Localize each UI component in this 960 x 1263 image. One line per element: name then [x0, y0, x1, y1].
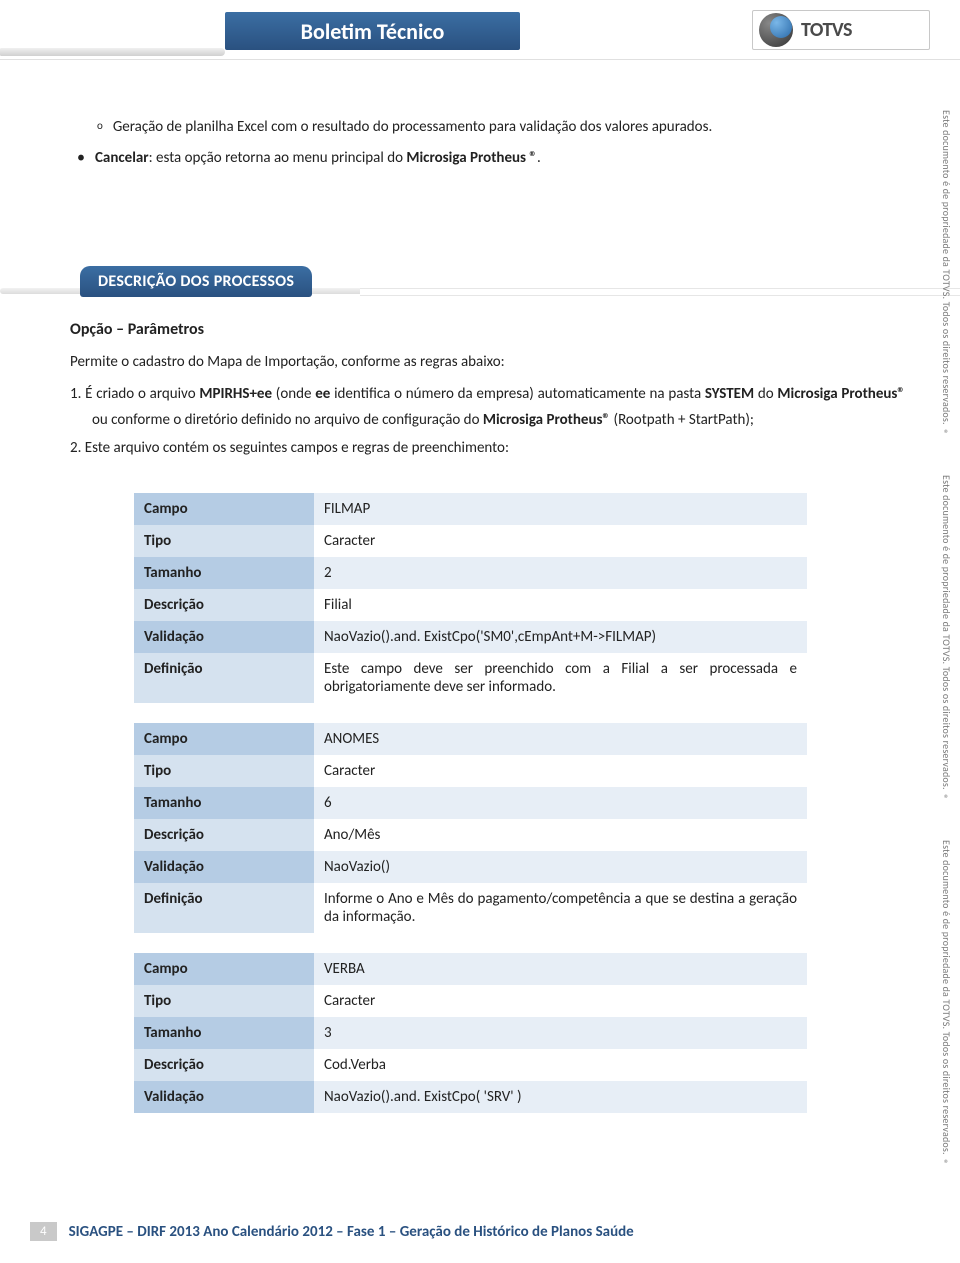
lab-tamanho: Tamanho	[134, 1017, 314, 1049]
val-tipo: Caracter	[314, 755, 807, 787]
content-area: o Geração de planilha Excel com o resulta…	[0, 60, 960, 1113]
lab-campo: Campo	[134, 493, 314, 525]
val-validacao: NaoVazio().and. ExistCpo('SM0',cEmpAnt+M…	[314, 621, 807, 653]
n1-b1: MPIRHS+ee	[199, 385, 272, 403]
field-table-anomes: CampoANOMES TipoCaracter Tamanho6 Descri…	[134, 723, 807, 933]
val-definicao: Este campo deve ser preenchido com a Fil…	[314, 653, 807, 703]
n1-p4: do	[754, 385, 777, 403]
val-campo: VERBA	[314, 953, 807, 985]
lab-campo: Campo	[134, 723, 314, 755]
watermark-text-2: Este documento é de propriedade da TOTVS…	[929, 475, 953, 815]
val-validacao: NaoVazio()	[314, 851, 807, 883]
val-definicao: Informe o Ano e Mês do pagamento/competê…	[314, 883, 807, 933]
intro-text: Permite o cadastro do Mapa de Importação…	[70, 353, 905, 371]
n1-b5: Microsiga Protheus®	[483, 411, 610, 429]
page-footer: 4 SIGAGPE – DIRF 2013 Ano Calendário 201…	[0, 1222, 960, 1241]
header-title-wrap: Boletim Técnico	[225, 12, 520, 50]
section-title-bar: DESCRIÇÃO DOS PROCESSOS	[80, 266, 312, 297]
lab-descricao: Descrição	[134, 1049, 314, 1081]
main-bullet: •Cancelar: esta opção retorna ao menu pr…	[95, 145, 905, 171]
lab-validacao: Validação	[134, 1081, 314, 1113]
val-tamanho: 6	[314, 787, 807, 819]
watermark-text-3: Este documento é de propriedade da TOTVS…	[929, 840, 953, 1180]
brand-name: TOTVS	[801, 18, 852, 42]
n1-p1: 1. É criado o arquivo	[70, 385, 199, 403]
bullet-list: o Geração de planilha Excel com o resulta…	[70, 115, 905, 171]
main-bullet-end: .	[537, 149, 541, 167]
lab-validacao: Validação	[134, 851, 314, 883]
field-tables: CampoFILMAP TipoCaracter Tamanho2 Descri…	[134, 493, 807, 1113]
section-title: DESCRIÇÃO DOS PROCESSOS	[98, 272, 294, 291]
lab-tamanho: Tamanho	[134, 557, 314, 589]
numbered-item-2: 2. Este arquivo contém os seguintes camp…	[70, 435, 905, 461]
totvs-logo-icon	[759, 13, 793, 47]
val-descricao: Filial	[314, 589, 807, 621]
main-bullet-rest: : esta opção retorna ao menu principal d…	[149, 149, 407, 167]
section-divider: DESCRIÇÃO DOS PROCESSOS	[70, 266, 905, 298]
val-tipo: Caracter	[314, 525, 807, 557]
n1-p3: identifica o número da empresa) automati…	[330, 385, 705, 403]
val-descricao: Ano/Mês	[314, 819, 807, 851]
lab-validacao: Validação	[134, 621, 314, 653]
opcao-title: Opção – Parâmetros	[70, 320, 905, 339]
n1-p5: ou conforme o diretório definido no arqu…	[92, 411, 483, 429]
val-descricao: Cod.Verba	[314, 1049, 807, 1081]
footer-text: SIGAGPE – DIRF 2013 Ano Calendário 2012 …	[69, 1223, 634, 1241]
n1-b3: SYSTEM	[705, 385, 754, 403]
brand-logo: TOTVS	[752, 10, 930, 50]
val-campo: ANOMES	[314, 723, 807, 755]
lab-definicao: Definição	[134, 883, 314, 933]
numbered-item-1: 1. É criado o arquivo MPIRHS+ee (onde ee…	[70, 381, 905, 434]
sub-bullet: oGeração de planilha Excel com o resulta…	[115, 115, 905, 139]
page-number: 4	[30, 1222, 57, 1241]
bullet-icon: •	[77, 148, 85, 167]
header-title: Boletim Técnico	[301, 18, 445, 45]
cancelar-label: Cancelar	[95, 149, 149, 167]
val-validacao: NaoVazio().and. ExistCpo( 'SRV' )	[314, 1081, 807, 1113]
field-table-verba: CampoVERBA TipoCaracter Tamanho3 Descriç…	[134, 953, 807, 1113]
val-tamanho: 3	[314, 1017, 807, 1049]
n1-b2: ee	[315, 385, 330, 403]
circle-bullet-icon: o	[97, 119, 103, 132]
n1-p2: (onde	[272, 385, 315, 403]
n1-b4: Microsiga Protheus®	[777, 385, 905, 403]
lab-descricao: Descrição	[134, 589, 314, 621]
watermark-text-1: Este documento é de propriedade da TOTVS…	[929, 110, 953, 450]
lab-descricao: Descrição	[134, 819, 314, 851]
val-tamanho: 2	[314, 557, 807, 589]
page-header: Boletim Técnico TOTVS	[0, 0, 960, 60]
val-campo: FILMAP	[314, 493, 807, 525]
val-tipo: Caracter	[314, 985, 807, 1017]
lab-tamanho: Tamanho	[134, 787, 314, 819]
lab-tipo: Tipo	[134, 755, 314, 787]
header-accent	[0, 48, 225, 56]
lab-campo: Campo	[134, 953, 314, 985]
field-table-filmap: CampoFILMAP TipoCaracter Tamanho2 Descri…	[134, 493, 807, 703]
n1-p6: (Rootpath + StartPath);	[610, 411, 754, 429]
lab-definicao: Definição	[134, 653, 314, 703]
lab-tipo: Tipo	[134, 525, 314, 557]
protheus-bold: Microsiga Protheus ®	[406, 149, 537, 167]
sub-bullet-text: Geração de planilha Excel com o resultad…	[113, 118, 712, 136]
lab-tipo: Tipo	[134, 985, 314, 1017]
